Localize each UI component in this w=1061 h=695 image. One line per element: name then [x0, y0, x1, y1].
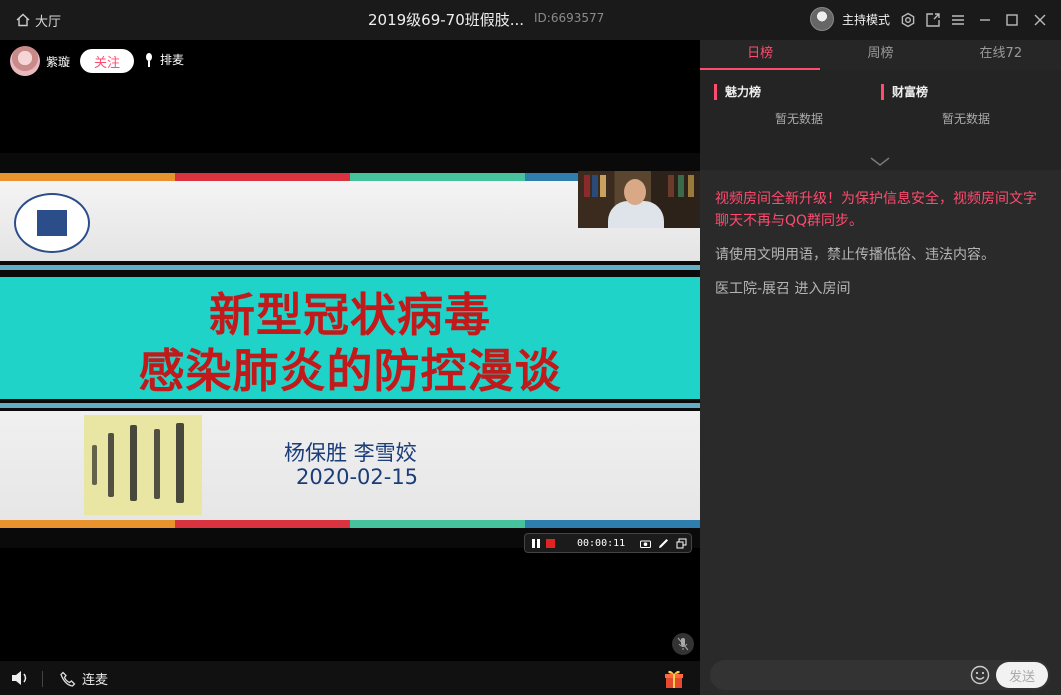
room-id: ID:6693577 — [534, 11, 605, 25]
title-bar: 大厅 2019级69-70班假肢... ID:6693577 主持模式 — [0, 0, 1061, 40]
popout-button[interactable] — [923, 10, 943, 30]
maximize-button[interactable] — [1002, 10, 1022, 30]
maximize-icon — [1006, 14, 1018, 26]
camera-icon[interactable] — [639, 537, 651, 549]
minimize-icon — [980, 19, 990, 21]
tab-daily[interactable]: 日榜 — [700, 40, 821, 70]
microphone-icon — [146, 52, 152, 67]
presenter-camera — [578, 171, 700, 228]
charm-ranking: 魅力榜 暂无数据 — [714, 84, 884, 127]
calligraphy-image — [84, 415, 202, 515]
slide-date: 2020-02-15 — [296, 465, 419, 489]
room-title: 2019级69-70班假肢... — [368, 11, 525, 29]
gift-icon — [665, 670, 683, 688]
chat-input[interactable] — [722, 664, 962, 686]
pause-icon[interactable] — [532, 538, 540, 548]
slide-divider — [0, 265, 700, 270]
university-logo — [14, 193, 90, 253]
mic-mute-button[interactable] — [672, 633, 694, 655]
wealth-ranking-empty: 暂无数据 — [941, 112, 990, 126]
host-mode-button[interactable]: 主持模式 — [810, 7, 890, 31]
connect-mic-label: 连麦 — [82, 673, 109, 688]
control-divider — [42, 671, 43, 687]
volume-button[interactable] — [10, 669, 30, 691]
lobby-label: 大厅 — [35, 14, 62, 30]
volume-icon — [12, 671, 27, 685]
chevron-down-icon — [870, 157, 890, 166]
slide-authors: 杨保胜 李雪姣 — [284, 441, 417, 465]
stop-icon[interactable] — [546, 538, 555, 548]
side-panel: 日榜 周榜 在线72 魅力榜 暂无数据 财富榜 暂无数据 视频房间全新升级！为保… — [700, 40, 1061, 695]
host-avatar — [810, 7, 834, 31]
slide-footer: 杨保胜 李雪姣 2020-02-15 — [0, 411, 700, 521]
shared-slide: 新型冠状病毒 感染肺炎的防控漫谈 杨保胜 李雪姣 2020-02-15 — [0, 153, 700, 548]
phone-icon — [60, 671, 76, 687]
mic-queue-button[interactable]: 排麦 — [144, 51, 184, 68]
slide-title-band: 新型冠状病毒 感染肺炎的防控漫谈 — [0, 277, 700, 399]
emoji-icon — [970, 665, 990, 685]
lobby-button[interactable]: 大厅 — [16, 10, 61, 30]
menu-icon — [952, 15, 964, 25]
wealth-ranking-title: 财富榜 — [881, 84, 1051, 100]
tab-weekly[interactable]: 周榜 — [820, 40, 940, 70]
system-notice: 视频房间全新升级！为保护信息安全，视频房间文字聊天不再与QQ群同步。 — [715, 191, 1037, 229]
send-button[interactable]: 发送 — [996, 662, 1048, 688]
recording-toolbar: 00:00:11 — [524, 533, 692, 553]
chat-rule: 请使用文明用语，禁止传播低俗、违法内容。 — [715, 247, 995, 263]
mic-queue-label: 排麦 — [160, 53, 185, 67]
user-enter-message: 医工院-展召 进入房间 — [715, 281, 851, 297]
anchor-name: 紫璇 — [46, 54, 71, 69]
settings-button[interactable] — [898, 10, 918, 30]
external-link-icon — [926, 13, 940, 27]
close-button[interactable] — [1030, 10, 1050, 30]
slide-title-line2: 感染肺炎的防控漫谈 — [138, 344, 562, 398]
host-mode-label: 主持模式 — [842, 12, 891, 27]
window-icon[interactable] — [675, 537, 687, 549]
slide-bottom-stripe — [0, 520, 700, 528]
menu-button[interactable] — [948, 10, 968, 30]
connect-mic-button[interactable]: 连麦 — [60, 669, 108, 688]
gift-button[interactable] — [664, 669, 684, 693]
charm-ranking-empty: 暂无数据 — [774, 112, 823, 126]
slide-divider-lower — [0, 403, 700, 408]
pen-icon[interactable] — [657, 537, 669, 549]
expand-ranking-button[interactable] — [870, 152, 890, 171]
video-area: 紫璇 关注 排麦 新型冠状病毒 感染肺炎的防控漫谈 杨保胜 李雪姣 2020-0… — [0, 40, 700, 661]
anchor-info: 紫璇 关注 — [10, 46, 135, 76]
minimize-button[interactable] — [975, 10, 995, 30]
wealth-ranking: 财富榜 暂无数据 — [881, 84, 1051, 127]
follow-button[interactable]: 关注 — [80, 49, 135, 73]
chat-input-bar: 发送 — [710, 660, 1050, 690]
charm-ranking-title: 魅力榜 — [714, 84, 884, 100]
emoji-button[interactable] — [970, 665, 990, 689]
ranking-tabs: 日榜 周榜 在线72 — [700, 40, 1061, 70]
chat-messages: 视频房间全新升级！为保护信息安全，视频房间文字聊天不再与QQ群同步。 请使用文明… — [715, 188, 1047, 300]
app-window: 大厅 2019级69-70班假肢... ID:6693577 主持模式 紫璇 关… — [0, 0, 1061, 695]
video-controls: 连麦 — [0, 661, 700, 695]
tab-online[interactable]: 在线72 — [941, 40, 1061, 70]
close-icon — [1034, 14, 1046, 26]
home-icon — [16, 13, 30, 27]
gear-icon — [901, 12, 915, 28]
recording-time: 00:00:11 — [577, 537, 626, 549]
mic-off-icon — [677, 637, 689, 651]
ranking-board: 魅力榜 暂无数据 财富榜 暂无数据 — [700, 70, 1061, 170]
anchor-avatar[interactable] — [10, 46, 40, 76]
